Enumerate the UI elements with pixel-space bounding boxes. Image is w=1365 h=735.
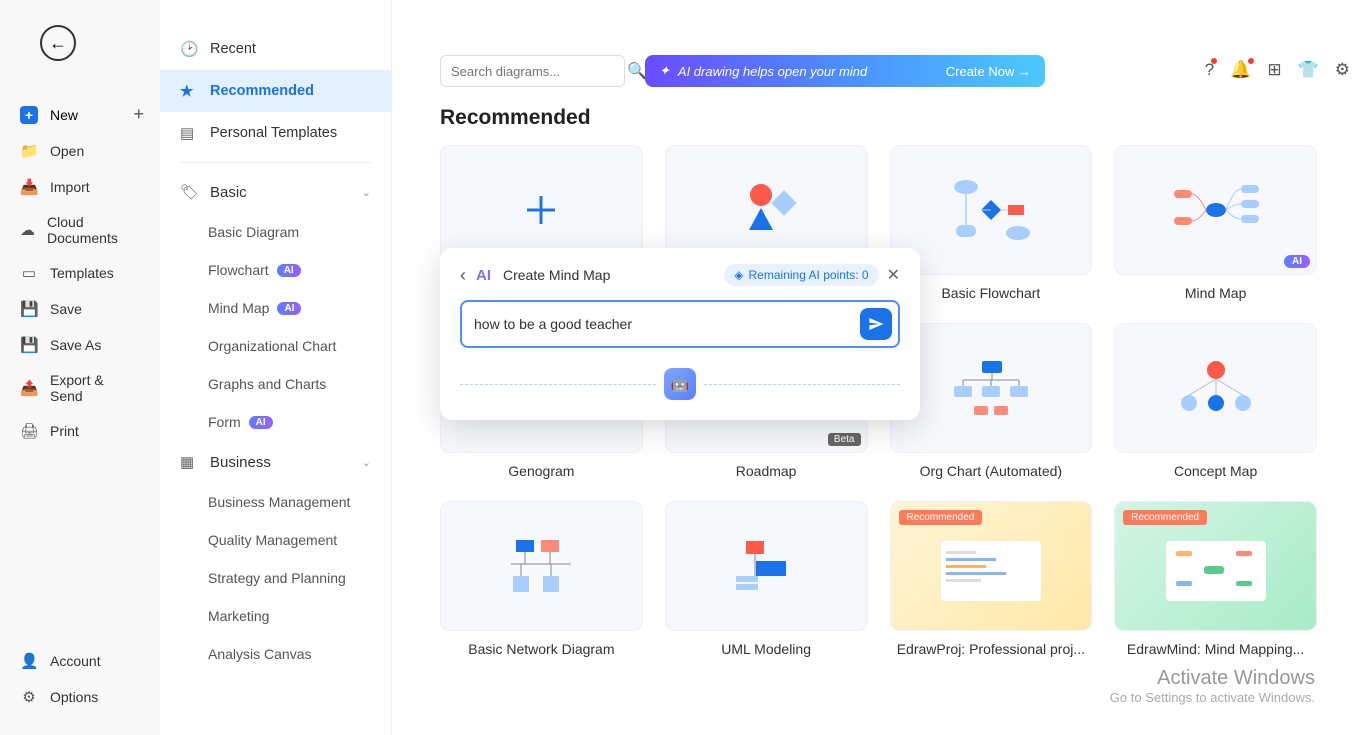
cat-group-business[interactable]: ▦Business ⌄ [160,441,391,483]
bell-icon[interactable]: 🔔 [1230,60,1251,80]
ai-tag: AI [1284,255,1310,268]
rail-export[interactable]: 📤Export & Send [0,363,160,413]
ai-banner[interactable]: ✦ AI drawing helps open your mind Create… [645,55,1045,87]
new-icon: + [20,106,38,124]
divider [180,162,371,163]
watermark: Activate Windows Go to Settings to activ… [1110,667,1315,705]
chevron-down-icon: ⌄ [362,456,371,469]
rail-cloud[interactable]: ☁Cloud Documents [0,205,160,255]
recommended-tag: Recommended [899,510,983,525]
ai-badge: AI [249,416,273,429]
cat-recent[interactable]: 🕑Recent [160,28,391,70]
ai-badge: AI [277,264,301,277]
points-icon: ◈ [734,268,743,282]
plus-icon[interactable]: + [133,104,144,125]
settings-icon[interactable]: ⚙ [1335,60,1350,80]
card-uml[interactable]: UML Modeling [665,501,868,657]
search-input[interactable] [451,64,627,79]
ai-prompt-input[interactable] [474,316,860,332]
cat-graphs[interactable]: Graphs and Charts [160,365,391,403]
rail-import[interactable]: 📥Import [0,169,160,205]
save-icon: 💾 [20,300,38,318]
recommended-tag: Recommended [1123,510,1207,525]
cat-orgchart[interactable]: Organizational Chart [160,327,391,365]
card-concept-map[interactable]: Concept Map [1114,323,1317,479]
cat-basic-diagram[interactable]: Basic Diagram [160,213,391,251]
ai-badge: AI [277,302,301,315]
cat-marketing[interactable]: Marketing [160,597,391,635]
gear-icon: ⚙ [20,688,38,706]
apps-icon[interactable]: ⊞ [1267,60,1281,80]
category-panel: 🕑Recent ★Recommended ▤Personal Templates… [160,0,392,735]
rail-options[interactable]: ⚙Options [0,679,160,715]
rail-save-as[interactable]: 💾Save As [0,327,160,363]
rail-templates[interactable]: ▭Templates [0,255,160,291]
cat-analysis[interactable]: Analysis Canvas [160,635,391,673]
cat-personal[interactable]: ▤Personal Templates [160,112,391,154]
cat-mindmap[interactable]: Mind MapAI [160,289,391,327]
rail-new[interactable]: + New + [0,96,160,133]
shirt-icon[interactable]: 👕 [1298,60,1319,80]
card-edrawproj[interactable]: Recommended EdrawProj: Professional proj… [890,501,1093,657]
modal-input-row [460,300,900,348]
cat-strategy[interactable]: Strategy and Planning [160,559,391,597]
new-label: New [50,107,78,123]
help-icon[interactable]: ? [1205,60,1214,80]
card-mind-map[interactable]: AI Mind Map [1114,145,1317,301]
template-icon: ▤ [180,124,198,142]
templates-icon: ▭ [20,264,38,282]
print-icon: 🖨 [20,422,38,440]
rail-save[interactable]: 💾Save [0,291,160,327]
rail-print[interactable]: 🖨Print [0,413,160,449]
card-network[interactable]: Basic Network Diagram [440,501,643,657]
cat-group-basic[interactable]: 🏷Basic ⌄ [160,171,391,213]
cat-bizmgmt[interactable]: Business Management [160,483,391,521]
search-box[interactable]: 🔍 [440,55,625,87]
main-heading: Recommended [440,106,591,130]
modal-back-button[interactable]: ‹ [460,265,466,286]
bot-icon: 🤖 [664,368,696,400]
cat-form[interactable]: FormAI [160,403,391,441]
card-edrawmind[interactable]: Recommended EdrawMind: Mind Mapping... [1114,501,1317,657]
create-now-button[interactable]: Create Now → [946,64,1031,79]
modal-title: Create Mind Map [503,267,610,283]
ai-points-badge[interactable]: ◈ Remaining AI points: 0 [724,264,878,286]
left-rail: ← + New + 📁Open 📥Import ☁Cloud Documents… [0,0,160,735]
modal-close-button[interactable]: ✕ [887,265,900,285]
sparkle-icon: ✦ [659,63,670,79]
briefcase-icon: ▦ [180,453,198,471]
ai-icon: AI [476,267,491,284]
cat-quality[interactable]: Quality Management [160,521,391,559]
save-as-icon: 💾 [20,336,38,354]
import-icon: 📥 [20,178,38,196]
beta-tag: Beta [828,433,861,446]
cloud-icon: ☁ [20,221,35,239]
cat-recommended[interactable]: ★Recommended [160,70,391,112]
export-icon: 📤 [20,379,38,397]
chevron-down-icon: ⌄ [362,186,371,199]
send-button[interactable] [860,308,892,340]
ai-modal: ‹ AI Create Mind Map ◈ Remaining AI poin… [440,248,920,420]
search-icon[interactable]: 🔍 [627,61,647,81]
rail-account[interactable]: 👤Account [0,643,160,679]
star-icon: ★ [180,82,198,100]
tag-icon: 🏷 [180,183,198,201]
back-button[interactable]: ← [40,25,76,61]
user-icon: 👤 [20,652,38,670]
folder-icon: 📁 [20,142,38,160]
banner-text: AI drawing helps open your mind [678,64,867,79]
clock-icon: 🕑 [180,40,198,58]
rail-open[interactable]: 📁Open [0,133,160,169]
cat-flowchart[interactable]: FlowchartAI [160,251,391,289]
